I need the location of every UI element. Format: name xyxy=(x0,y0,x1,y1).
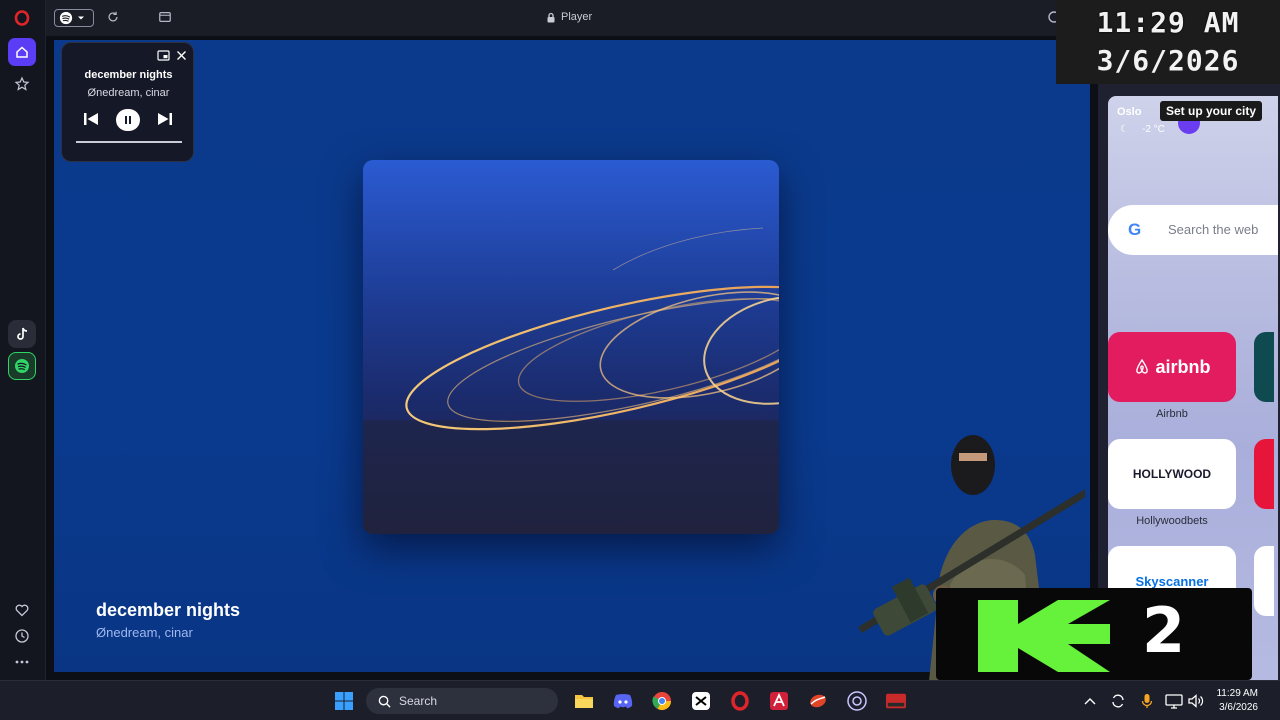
browser-sidebar xyxy=(0,0,46,680)
taskbar-clock[interactable]: 11:29 AM 3/6/2026 xyxy=(1216,687,1258,715)
k2-logo-number: 2 xyxy=(1142,594,1186,667)
weather-city[interactable]: Oslo xyxy=(1117,106,1141,118)
open-in-tab-icon[interactable] xyxy=(158,10,172,29)
opera-logo-icon[interactable] xyxy=(8,4,36,32)
history-clock-icon[interactable] xyxy=(8,622,36,650)
next-track-icon[interactable] xyxy=(156,111,174,132)
page-title: Player xyxy=(546,11,592,23)
clock-overlay: 11:29 AM 3/6/2026 xyxy=(1056,0,1280,84)
taskbar-search[interactable]: Search xyxy=(366,688,558,714)
more-dots-icon[interactable] xyxy=(8,648,36,676)
speed-dial-tile-partial[interactable] xyxy=(1254,439,1274,509)
overlay-time: 11:29 AM xyxy=(1096,6,1240,39)
airbnb-logo-text: airbnb xyxy=(1155,356,1211,377)
moon-icon: ☾ xyxy=(1120,124,1129,135)
airbnb-logo-icon xyxy=(1136,358,1149,374)
windows-start-icon[interactable] xyxy=(334,691,354,711)
sync-icon[interactable] xyxy=(1108,691,1128,711)
mini-player-artist: Ønedream, cinar xyxy=(87,87,170,99)
tile-label-hollywoodbets: Hollywoodbets xyxy=(1136,515,1208,527)
taskbar-time: 11:29 AM xyxy=(1216,688,1258,699)
obs-icon[interactable] xyxy=(847,691,867,711)
overlay-date: 3/6/2026 xyxy=(1096,44,1240,77)
google-logo-icon: G xyxy=(1128,220,1142,239)
show-hidden-icons-chevron-icon[interactable] xyxy=(1080,691,1100,711)
now-playing-artist[interactable]: Ønedream, cinar xyxy=(96,625,193,640)
network-icon[interactable] xyxy=(1164,691,1184,711)
search-icon xyxy=(378,695,391,708)
windows-taskbar: Search 11:29 AM 3/6/2026 xyxy=(0,680,1280,720)
settings-partial-icon[interactable] xyxy=(1046,10,1060,29)
spotify-icon[interactable] xyxy=(8,352,36,380)
album-cover-art[interactable] xyxy=(363,160,779,534)
spotify-small-icon xyxy=(59,11,73,25)
heart-icon[interactable] xyxy=(8,596,36,624)
app-ball-icon[interactable] xyxy=(808,691,828,711)
speed-dial-tile-partial[interactable] xyxy=(1254,332,1274,402)
speed-dial-tile-airbnb[interactable]: airbnb xyxy=(1108,332,1236,402)
chevron-down-icon xyxy=(78,16,84,20)
voicemeeter-icon[interactable] xyxy=(886,691,906,711)
close-icon[interactable] xyxy=(176,48,187,66)
lock-icon xyxy=(547,12,555,22)
opera-taskbar-icon[interactable] xyxy=(730,691,750,711)
capcut-icon[interactable] xyxy=(691,691,711,711)
previous-track-icon[interactable] xyxy=(82,111,100,132)
mini-player-progress-bar[interactable] xyxy=(76,141,182,143)
skyscanner-logo-text: Skyscanner xyxy=(1135,573,1209,589)
vectorworks-app-icon[interactable] xyxy=(769,691,789,711)
volume-icon[interactable] xyxy=(1186,691,1206,711)
mini-player-title: december nights xyxy=(84,69,173,81)
pause-button[interactable] xyxy=(116,109,140,131)
hollywoodbets-logo-text: HOLLYWOOD xyxy=(1132,467,1212,481)
mini-player: december nights Ønedream, cinar xyxy=(61,42,194,162)
file-explorer-icon[interactable] xyxy=(574,691,594,711)
home-icon[interactable] xyxy=(8,38,36,66)
reload-icon[interactable] xyxy=(106,10,120,29)
now-playing-title[interactable]: december nights xyxy=(96,600,240,621)
picture-in-picture-icon[interactable] xyxy=(157,48,170,66)
tiktok-icon[interactable] xyxy=(8,320,36,348)
discord-icon[interactable] xyxy=(613,691,633,711)
weather-temperature: -2 °C xyxy=(1142,124,1165,135)
taskbar-date: 3/6/2026 xyxy=(1219,702,1258,713)
bookmarks-star-icon[interactable] xyxy=(8,70,36,98)
pause-icon xyxy=(125,116,131,124)
taskbar-search-label: Search xyxy=(399,694,438,708)
microphone-icon[interactable] xyxy=(1137,691,1157,711)
tile-label-airbnb: Airbnb xyxy=(1156,408,1188,420)
page-title-text: Player xyxy=(561,11,593,23)
chrome-icon[interactable] xyxy=(652,691,672,711)
panel-app-selector[interactable] xyxy=(54,9,94,27)
weather-tooltip: Set up your city xyxy=(1160,101,1263,121)
speed-dial-tile-hollywoodbets[interactable]: HOLLYWOOD xyxy=(1108,439,1236,509)
k2-channel-logo: 2 xyxy=(936,588,1252,680)
progress-fill xyxy=(76,141,182,143)
search-placeholder: Search the web xyxy=(1168,222,1259,237)
web-search-field[interactable]: G Search the web xyxy=(1108,205,1278,255)
k-logo-shape-icon xyxy=(978,600,1110,672)
speed-dial-tile-partial[interactable] xyxy=(1254,546,1274,616)
